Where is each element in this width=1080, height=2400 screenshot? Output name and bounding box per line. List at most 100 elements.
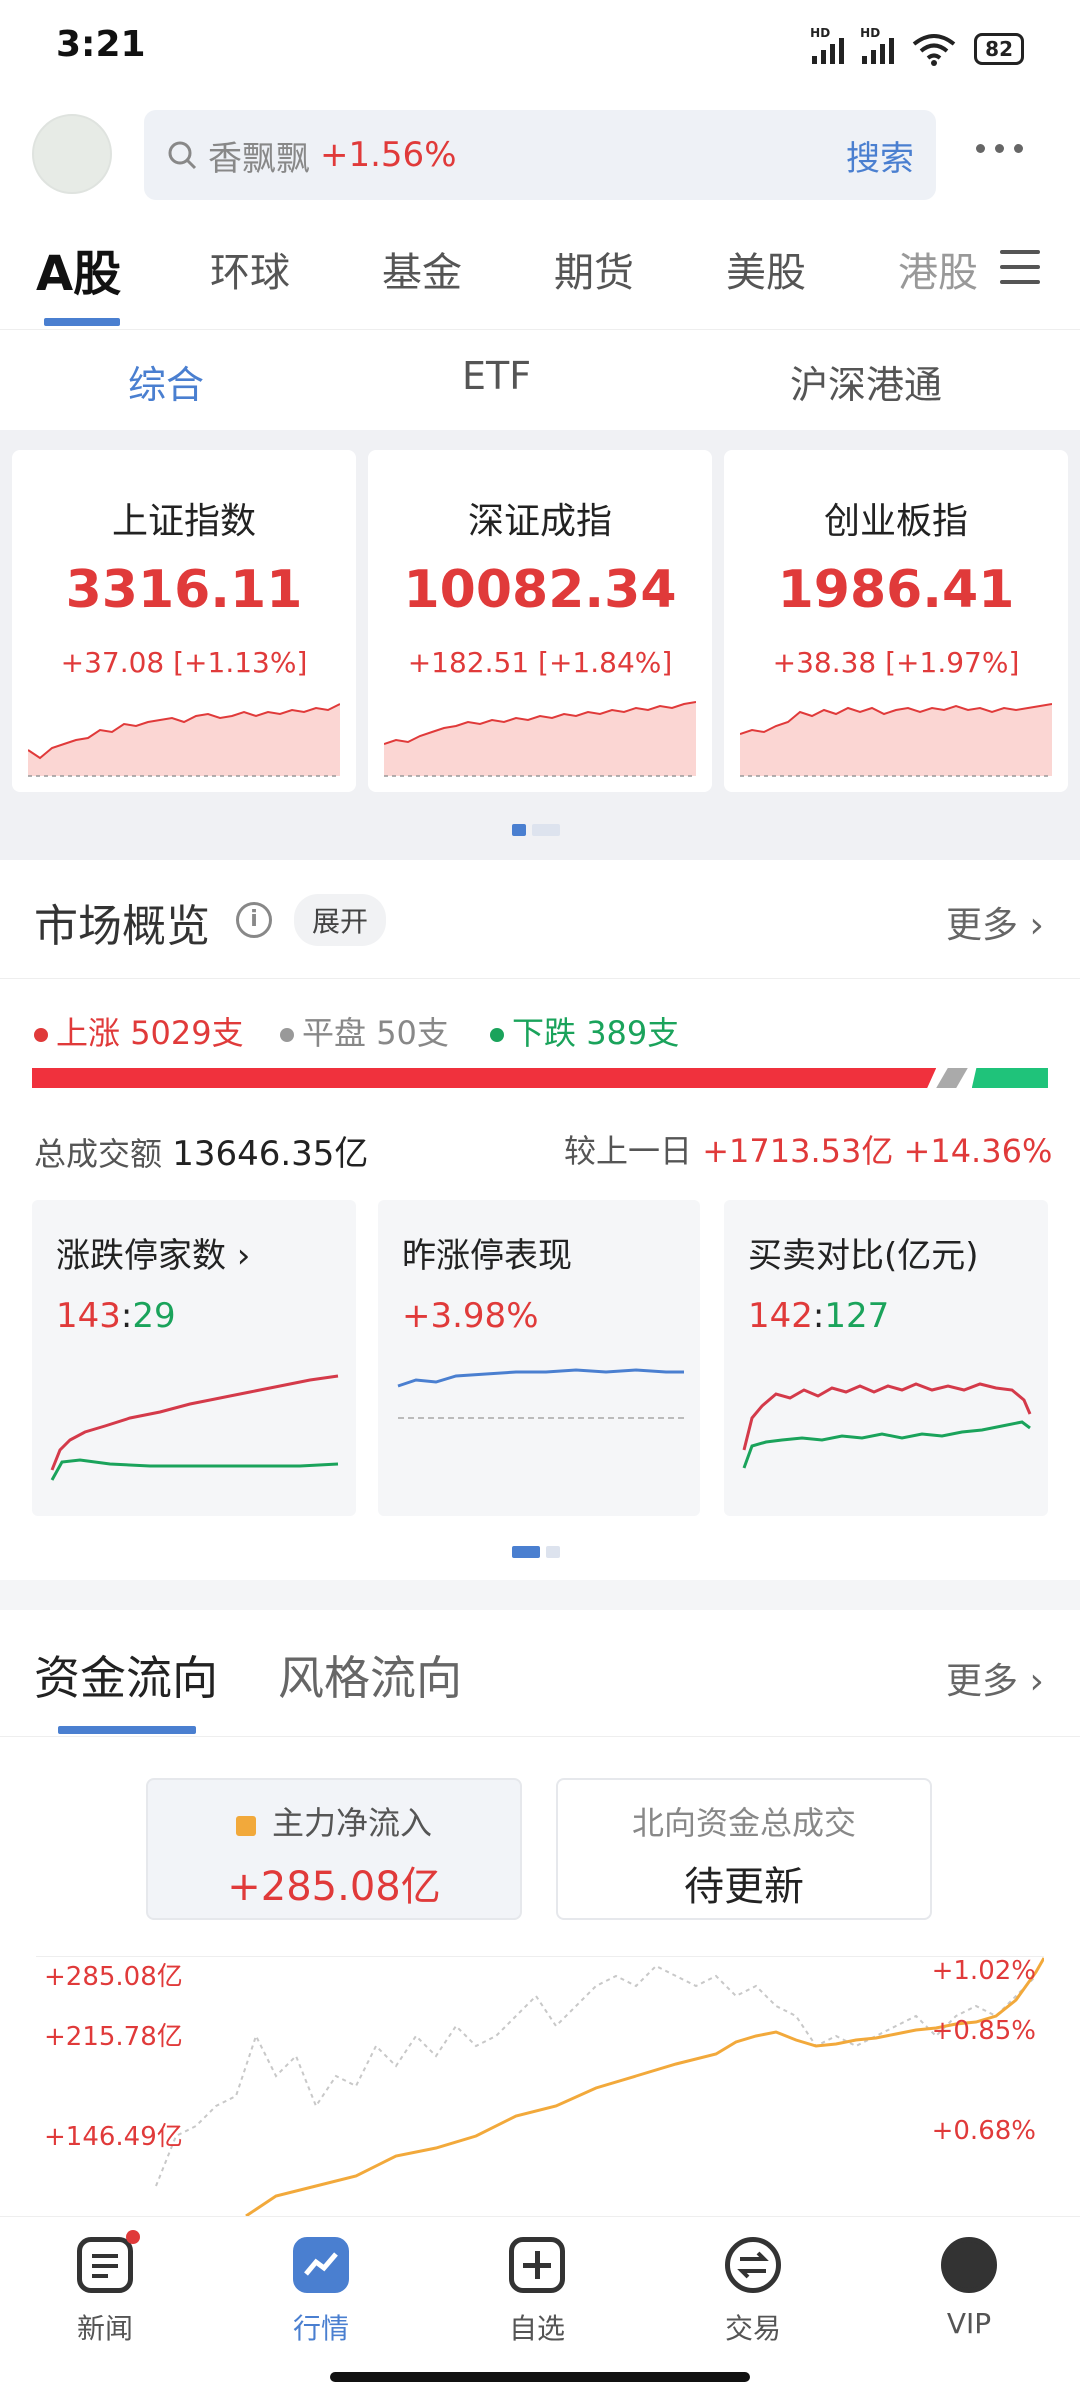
subtab-overview[interactable]: 综合 [128, 354, 204, 409]
home-indicator[interactable] [330, 2372, 750, 2382]
divider [0, 1736, 1080, 1737]
buy-sell-card[interactable]: 买卖对比(亿元) 142:127 [724, 1200, 1048, 1516]
y-axis-left-top: +285.08亿 [44, 1962, 183, 1992]
signal-icon-2: HD [860, 26, 895, 64]
index-name: 深证成指 [467, 501, 612, 542]
index-value: 1986.41 [777, 560, 1015, 620]
y-axis-right-mid: +0.85% [931, 2016, 1036, 2046]
nav-vip[interactable]: VIP [894, 2237, 1044, 2340]
northbound-value: 待更新 [684, 1864, 804, 1910]
subtab-etf[interactable]: ETF [462, 354, 531, 398]
search-box[interactable]: 香飘飘 +1.56% 搜索 [144, 110, 936, 200]
expand-chip[interactable]: 展开 [294, 894, 387, 946]
news-icon [77, 2230, 140, 2293]
y-axis-left-mid: +215.78亿 [44, 2022, 183, 2052]
card-title: 买卖对比(亿元) [748, 1236, 979, 1276]
tab-style-flow[interactable]: 风格流向 [278, 1642, 462, 1708]
tab-global[interactable]: 环球 [210, 240, 290, 298]
nav-watchlist[interactable]: 自选 [462, 2237, 612, 2347]
chevron-right-icon: › [226, 1236, 251, 1276]
exchange-icon [725, 2237, 781, 2293]
yesterday-limit-chart [397, 1368, 684, 1419]
top-bar: 香飘飘 +1.56% 搜索 [0, 100, 1080, 220]
nav-market[interactable]: 行情 [246, 2237, 396, 2347]
flat-bar [936, 1068, 969, 1088]
card-value: +3.98% [402, 1296, 539, 1336]
market-tabs: A股 环球 基金 期货 美股 港股 [0, 220, 1080, 330]
flat-stat: 平盘 50支 [280, 1008, 449, 1054]
index-value: 10082.34 [403, 560, 677, 620]
nav-trade[interactable]: 交易 [678, 2237, 828, 2347]
limit-chart [50, 1374, 339, 1481]
y-axis-right-low: +0.68% [931, 2116, 1036, 2146]
wifi-icon [912, 34, 956, 66]
up-stat: 上涨 5029支 [34, 1008, 244, 1054]
yesterday-limit-card[interactable]: 昨涨停表现 +3.98% [378, 1200, 700, 1516]
index-name: 创业板指 [823, 501, 968, 542]
status-time: 3:21 [56, 24, 146, 65]
tab-hk-stocks[interactable]: 港股 [898, 240, 978, 298]
index-name: 上证指数 [111, 501, 256, 542]
y-axis-left-low: +146.49亿 [44, 2122, 183, 2152]
search-icon [168, 141, 197, 170]
subtab-connect[interactable]: 沪深港通 [790, 354, 942, 409]
overview-title: 市场概览 [34, 901, 210, 952]
market-chart-icon [293, 2237, 349, 2293]
tab-underline [58, 1726, 196, 1734]
y-axis-right-top: +1.02% [931, 1956, 1036, 1986]
tab-funds[interactable]: 基金 [382, 240, 462, 298]
more-options-icon[interactable] [976, 144, 1023, 153]
more-label: 更多 [946, 905, 1019, 946]
divider [0, 978, 1080, 979]
northbound-card[interactable]: 北向资金总成交 待更新 [556, 1778, 932, 1920]
main-inflow-card[interactable]: 主力净流入 +285.08亿 [146, 1778, 522, 1920]
down-bar [971, 1068, 1048, 1088]
index-sparkline [384, 701, 696, 777]
search-stock-change: +1.56% [320, 135, 457, 175]
card-value: 142:127 [748, 1296, 890, 1336]
index-change: +38.38 [+1.97%] [772, 646, 1020, 679]
carousel-indicator [512, 1546, 560, 1558]
status-icons: HD HD 82 [810, 26, 1024, 66]
index-card[interactable]: 上证指数 3316.11 +37.08 [+1.13%] [12, 450, 356, 792]
menu-icon[interactable] [1000, 250, 1040, 295]
card-value: 143:29 [56, 1296, 176, 1336]
vip-icon [941, 2237, 997, 2293]
market-overview: 市场概览 i 展开 更多 › 上涨 5029支 平盘 50支 下跌 389支 总… [0, 860, 1080, 1580]
signal-icon: HD [810, 26, 845, 64]
fund-flow-chart [36, 1956, 1044, 2216]
index-card[interactable]: 深证成指 10082.34 +182.51 [+1.84%] [368, 450, 712, 792]
tab-us-stocks[interactable]: 美股 [726, 240, 806, 298]
buy-sell-chart [742, 1382, 1032, 1469]
search-placeholder: 香飘飘 [208, 138, 310, 179]
card-title: 昨涨停表现 [402, 1236, 572, 1276]
index-cards: 上证指数 3316.11 +37.08 [+1.13%] 深证成指 10082.… [0, 430, 1080, 860]
main-inflow-label: 主力净流入 [148, 1798, 520, 1844]
status-bar: 3:21 HD HD 82 [0, 0, 1080, 100]
down-stat: 下跌 389支 [490, 1008, 679, 1054]
avatar[interactable] [32, 114, 112, 194]
info-icon[interactable]: i [236, 902, 272, 938]
tab-futures[interactable]: 期货 [554, 240, 634, 298]
chevron-right-icon: › [1018, 905, 1044, 946]
breadth-bar [32, 1068, 1048, 1088]
main-inflow-value: +285.08亿 [227, 1864, 441, 1910]
turnover-compare: 较上一日 +1713.53亿 +14.36% [564, 1132, 1053, 1170]
index-change: +37.08 [+1.13%] [60, 646, 308, 679]
index-sparkline [28, 703, 340, 777]
index-card[interactable]: 创业板指 1986.41 +38.38 [+1.97%] [724, 450, 1068, 792]
index-change: +182.51 [+1.84%] [407, 646, 673, 679]
search-button[interactable]: 搜索 [846, 131, 914, 180]
flow-more-link[interactable]: 更多 › [946, 1652, 1044, 1704]
battery-icon: 82 [974, 33, 1024, 65]
tab-underline [44, 318, 120, 326]
chevron-right-icon: › [1018, 1661, 1044, 1702]
more-label: 更多 [946, 1661, 1019, 1702]
index-value: 3316.11 [65, 560, 303, 620]
nav-news[interactable]: 新闻 [30, 2230, 180, 2347]
tab-fund-flow[interactable]: 资金流向 [34, 1642, 218, 1708]
limit-updown-card[interactable]: 涨跌停家数 › 143:29 [32, 1200, 356, 1516]
tab-a-share[interactable]: A股 [36, 234, 121, 304]
overview-more-link[interactable]: 更多 › [946, 896, 1044, 948]
up-bar [32, 1068, 937, 1088]
